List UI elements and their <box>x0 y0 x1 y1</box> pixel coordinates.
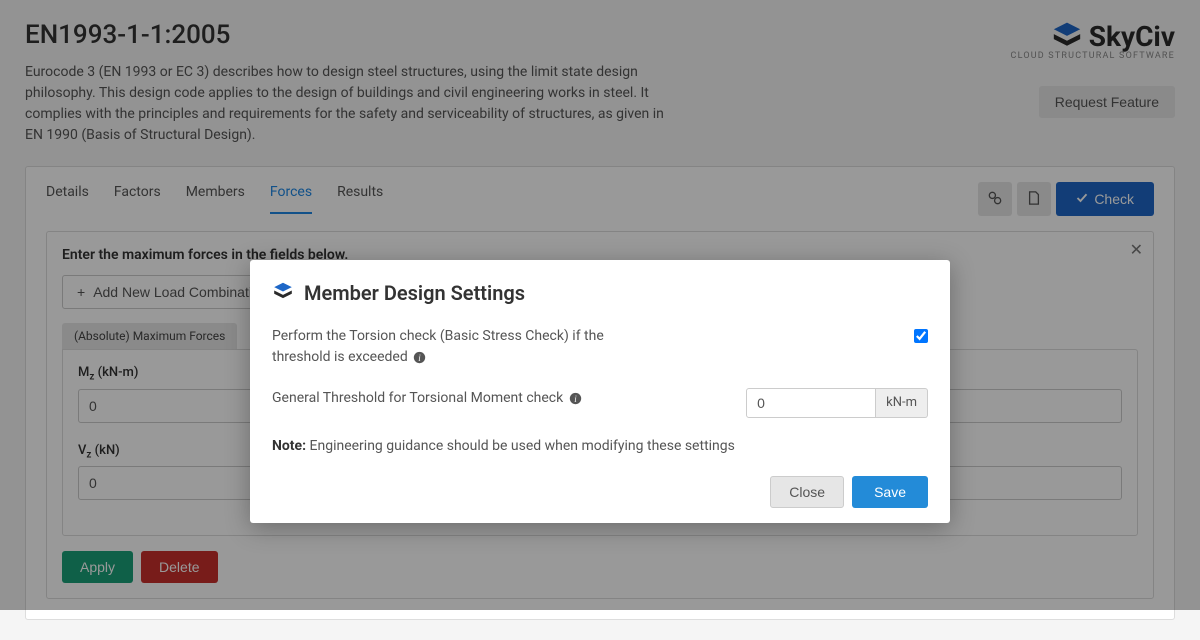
torsion-check-label: Perform the Torsion check (Basic Stress … <box>272 326 652 368</box>
modal-title: Member Design Settings <box>304 281 525 305</box>
torsion-check-checkbox[interactable] <box>914 329 928 343</box>
info-icon[interactable]: i <box>569 392 582 405</box>
info-icon[interactable]: i <box>413 351 426 364</box>
threshold-unit: kN-m <box>876 388 928 418</box>
threshold-label: General Threshold for Torsional Moment c… <box>272 388 582 409</box>
close-button[interactable]: Close <box>770 476 844 508</box>
modal-overlay[interactable]: Member Design Settings Perform the Torsi… <box>0 0 1200 610</box>
threshold-input[interactable] <box>746 388 876 418</box>
save-button[interactable]: Save <box>852 476 928 508</box>
modal-note: Note: Engineering guidance should be use… <box>272 438 928 454</box>
member-design-settings-modal: Member Design Settings Perform the Torsi… <box>250 260 950 523</box>
skyciv-icon <box>272 280 294 306</box>
